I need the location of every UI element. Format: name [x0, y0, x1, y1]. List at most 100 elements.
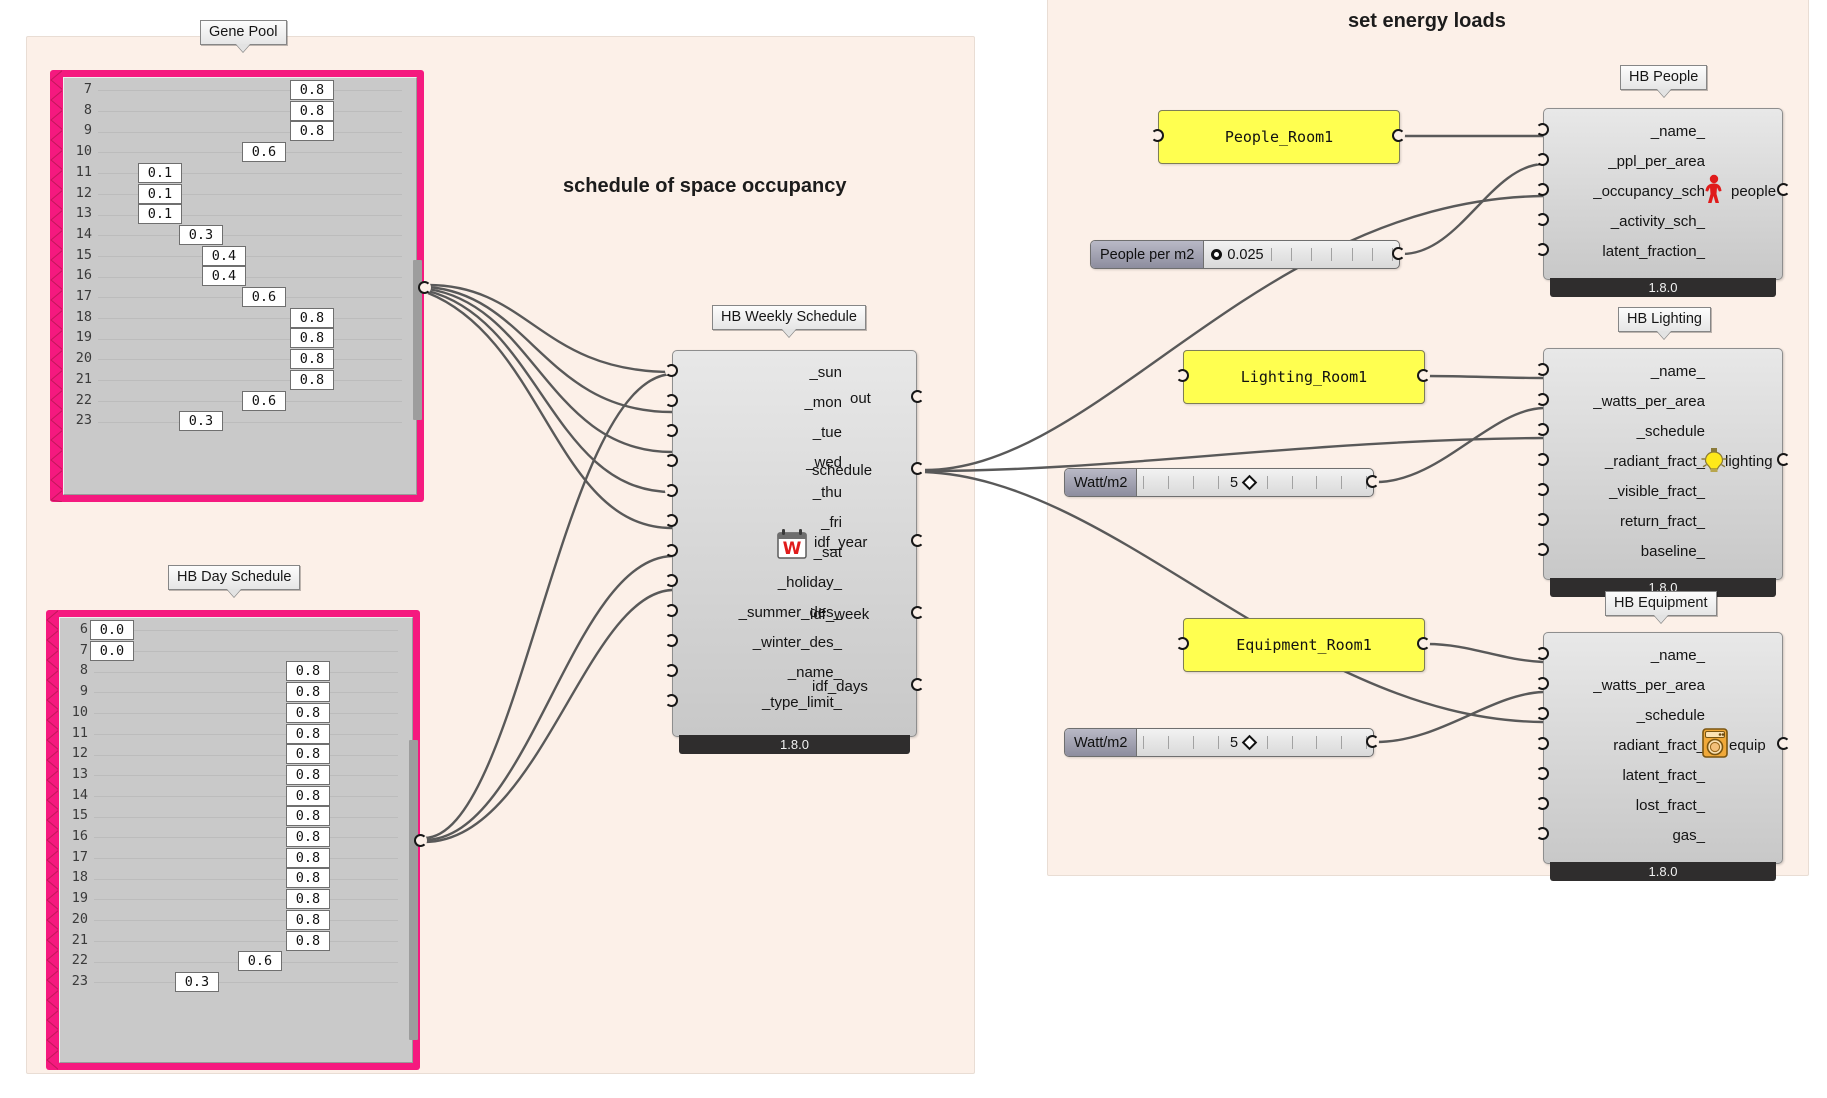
- input-grip[interactable]: [1536, 827, 1549, 840]
- gene-pool-row[interactable]: 19 0.8: [64, 328, 416, 349]
- gene-pool-scrollbar[interactable]: [409, 740, 418, 1040]
- input-grip[interactable]: [1536, 543, 1549, 556]
- gene-pool-row-value[interactable]: 0.8: [290, 369, 334, 390]
- input-grip[interactable]: [1536, 737, 1549, 750]
- gene-pool-row-value[interactable]: 0.8: [286, 868, 330, 889]
- gene-pool-row-value[interactable]: 0.6: [242, 287, 286, 307]
- gene-pool-row[interactable]: 12 0.8: [60, 744, 412, 765]
- input-grip[interactable]: [1536, 363, 1549, 376]
- param-in-name[interactable]: _name_: [1547, 363, 1705, 380]
- param-out-idf-days[interactable]: idf_days: [812, 678, 868, 695]
- param-out-idf-year[interactable]: idf_year: [814, 534, 867, 551]
- hb-weekly-schedule[interactable]: 1.8.0 _sun _mon _tue _wed _thu _fri _sat…: [665, 350, 924, 754]
- gene-pool-row[interactable]: 8 0.8: [60, 661, 412, 682]
- slider-people-per-m2[interactable]: People per m2 0.025: [1090, 240, 1400, 269]
- gene-pool-row-value[interactable]: 0.8: [290, 80, 334, 100]
- gene-pool-row[interactable]: 9 0.8: [60, 682, 412, 703]
- gene-pool-row[interactable]: 7 0.8: [64, 80, 416, 101]
- gene-pool-row-value[interactable]: 0.8: [290, 121, 334, 142]
- input-grip[interactable]: [1536, 153, 1549, 166]
- hb-equipment[interactable]: 1.8.0 _name_ _watts_per_area _schedule r…: [1536, 632, 1790, 881]
- slider-track[interactable]: 5: [1137, 729, 1373, 756]
- panel-output-grip[interactable]: [1417, 637, 1430, 650]
- gene-pool-row[interactable]: 17 0.8: [60, 847, 412, 869]
- input-grip[interactable]: [1536, 393, 1549, 406]
- param-in-mon[interactable]: _mon: [682, 394, 842, 411]
- hb-lighting[interactable]: 1.8.0 _name_ _watts_per_area _schedule _…: [1536, 348, 1790, 597]
- input-grip[interactable]: [1536, 797, 1549, 810]
- gene-pool-row[interactable]: 10 0.6: [64, 142, 416, 163]
- input-grip[interactable]: [1536, 423, 1549, 436]
- gene-pool-row-value[interactable]: 0.8: [290, 307, 334, 328]
- param-in-lost-fract[interactable]: lost_fract_: [1547, 797, 1705, 814]
- input-grip[interactable]: [665, 514, 678, 527]
- gene-pool-row-value[interactable]: 0.8: [290, 349, 334, 370]
- input-grip[interactable]: [665, 664, 678, 677]
- gene-pool-row[interactable]: 16 0.4: [64, 266, 416, 287]
- param-in-latent-fract[interactable]: latent_fract_: [1547, 767, 1705, 784]
- param-in-schedule[interactable]: _schedule: [1547, 423, 1705, 440]
- param-in-occupancy-sch[interactable]: _occupancy_sch: [1547, 183, 1705, 200]
- gene-pool-row[interactable]: 21 0.8: [60, 930, 412, 952]
- panel-input-grip[interactable]: [1176, 369, 1189, 382]
- input-grip[interactable]: [665, 544, 678, 557]
- gene-pool-row-value[interactable]: 0.8: [286, 764, 330, 785]
- gene-pool-output-grip[interactable]: [418, 281, 431, 294]
- slider-track[interactable]: 0.025: [1204, 241, 1399, 268]
- slider-output-grip[interactable]: [1366, 475, 1379, 488]
- param-in-watts-per-area[interactable]: _watts_per_area: [1543, 393, 1705, 410]
- input-grip[interactable]: [1536, 647, 1549, 660]
- gene-pool-row-value[interactable]: 0.8: [286, 930, 330, 951]
- gene-pool-dayschedule[interactable]: 6 0.0 7 0.0 8 0.8 9 0.8 10 0.8 11 0.8 12 0.8 13 0.8 14 0.…: [46, 610, 420, 1070]
- param-in-fri[interactable]: _fri: [682, 514, 842, 531]
- output-grip[interactable]: [911, 606, 924, 619]
- param-in-latent-fraction[interactable]: latent_fraction_: [1547, 243, 1705, 260]
- gene-pool-row-value[interactable]: 0.8: [286, 806, 330, 827]
- gene-pool-row[interactable]: 12 0.1: [64, 183, 416, 205]
- input-grip[interactable]: [665, 694, 678, 707]
- param-in-baseline[interactable]: baseline_: [1547, 543, 1705, 560]
- gene-pool-row[interactable]: 11 0.8: [60, 723, 412, 745]
- slider-value-group[interactable]: 5: [1226, 729, 1259, 756]
- input-grip[interactable]: [665, 454, 678, 467]
- gene-pool-row[interactable]: 21 0.8: [64, 369, 416, 391]
- gene-pool-row-value[interactable]: 0.8: [286, 744, 330, 765]
- param-in-sun[interactable]: _sun: [682, 364, 842, 381]
- gene-pool-row[interactable]: 18 0.8: [64, 307, 416, 329]
- gene-pool-row-value[interactable]: 0.4: [202, 245, 246, 266]
- gene-pool-row[interactable]: 11 0.1: [64, 162, 416, 184]
- gene-pool-row[interactable]: 10 0.8: [60, 702, 412, 724]
- gene-pool-row[interactable]: 22 0.6: [60, 951, 412, 972]
- gene-pool-row[interactable]: 15 0.4: [64, 245, 416, 267]
- gene-pool-row[interactable]: 6 0.0: [60, 620, 412, 641]
- param-in-return-fract[interactable]: return_fract_: [1547, 513, 1705, 530]
- output-grip[interactable]: [911, 534, 924, 547]
- param-in-tue[interactable]: _tue: [682, 424, 842, 441]
- input-grip[interactable]: [1536, 123, 1549, 136]
- gene-pool-row-value[interactable]: 0.8: [286, 702, 330, 723]
- gene-pool-row-value[interactable]: 0.6: [238, 951, 282, 972]
- panel-lighting-room1[interactable]: Lighting_Room1: [1183, 350, 1425, 404]
- gene-pool-row[interactable]: 13 0.8: [60, 764, 412, 786]
- gene-pool-row-value[interactable]: 0.8: [290, 328, 334, 349]
- slider-track[interactable]: 5: [1137, 469, 1373, 496]
- param-in-activity-sch[interactable]: _activity_sch_: [1547, 213, 1705, 230]
- gene-pool-row[interactable]: 13 0.1: [64, 204, 416, 225]
- param-in-name[interactable]: _name_: [1547, 647, 1705, 664]
- gene-pool-row-value[interactable]: 0.3: [179, 411, 223, 432]
- gene-pool-weekday[interactable]: 7 0.8 8 0.8 9 0.8 10 0.6 11 0.1 12 0.1 13 0.1 14 0.3 15 0…: [50, 70, 424, 502]
- gene-pool-row-value[interactable]: 0.8: [290, 100, 334, 121]
- param-out-equip[interactable]: equip: [1729, 737, 1766, 754]
- param-in-watts-per-area[interactable]: _watts_per_area: [1543, 677, 1705, 694]
- gene-pool-row-value[interactable]: 0.8: [286, 785, 330, 806]
- input-grip[interactable]: [1536, 677, 1549, 690]
- slider-knob-diamond[interactable]: [1241, 734, 1258, 751]
- input-grip[interactable]: [1536, 767, 1549, 780]
- gene-pool-row[interactable]: 19 0.8: [60, 889, 412, 910]
- slider-output-grip[interactable]: [1366, 735, 1379, 748]
- slider-equipment-watt-per-m2[interactable]: Watt/m2 5: [1064, 728, 1374, 757]
- param-in-radiant-fract[interactable]: radiant_fract_: [1547, 737, 1705, 754]
- panel-output-grip[interactable]: [1417, 369, 1430, 382]
- input-grip[interactable]: [665, 574, 678, 587]
- param-in-name[interactable]: _name_: [1547, 123, 1705, 140]
